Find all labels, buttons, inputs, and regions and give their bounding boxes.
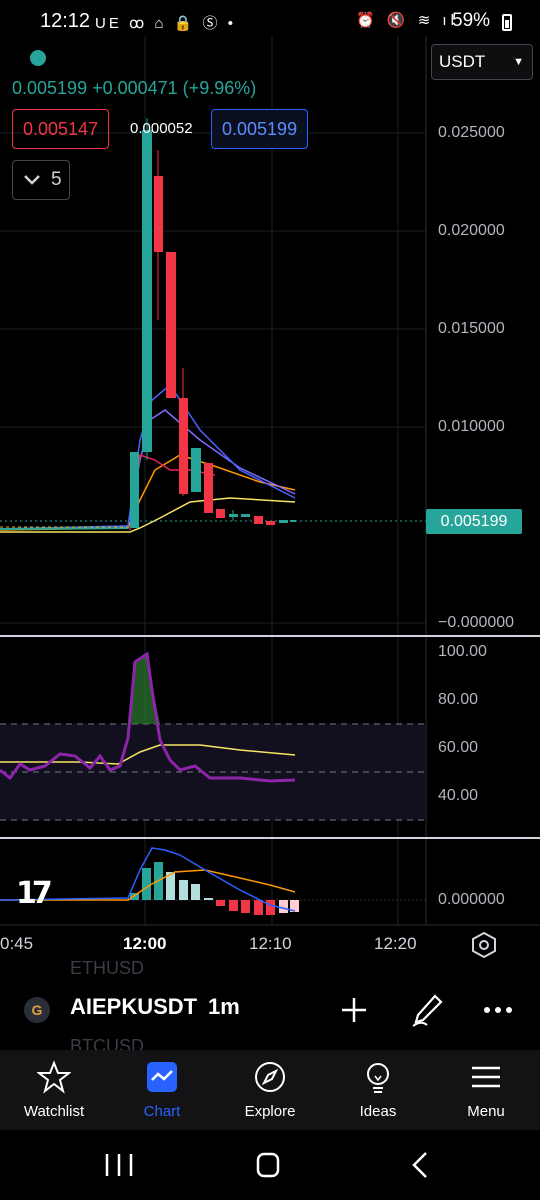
battery-percent: 59% <box>452 10 491 31</box>
flat-candles <box>0 527 129 530</box>
nav-label: Ideas <box>359 1103 397 1120</box>
star-icon <box>37 1060 71 1094</box>
chart-icon <box>147 1062 177 1092</box>
rsi-axis-label: 80.00 <box>438 691 479 708</box>
nav-label: Watchlist <box>23 1103 85 1120</box>
indicators-count: 5 <box>51 169 62 190</box>
indicators-toggle-button[interactable]: 5 <box>12 160 70 200</box>
home-button[interactable] <box>238 1148 298 1182</box>
time-axis-label: 0:45 <box>0 934 34 953</box>
current-price: 0.005199 <box>12 78 88 98</box>
time-axis-label: 12:10 <box>249 934 292 953</box>
back-icon <box>412 1152 427 1178</box>
candle-down <box>266 521 275 525</box>
tradingview-logo: 17 <box>16 876 53 911</box>
rsi-axis-label: 100.00 <box>438 643 487 660</box>
nav-chart[interactable]: Chart <box>108 1050 216 1130</box>
more-icon <box>484 1007 512 1013</box>
candles <box>130 118 296 528</box>
nav-ideas[interactable]: Ideas <box>324 1050 432 1130</box>
more-options-button[interactable] <box>476 990 520 1030</box>
system-nav-bar <box>0 1130 540 1200</box>
rsi-axis-label: 40.00 <box>438 787 479 804</box>
macd-axis-label: 0.000000 <box>438 891 505 908</box>
status-right-icons: ⏰ 🔇 ≋ ıl <box>356 12 458 29</box>
add-button[interactable] <box>332 990 376 1030</box>
price-axis-label: −0.000000 <box>438 614 515 631</box>
candle-up <box>241 514 250 517</box>
currency-select[interactable]: USDT ▼ <box>431 44 533 80</box>
nav-watchlist[interactable]: Watchlist <box>0 1050 108 1130</box>
plus-icon <box>342 998 366 1022</box>
pen-icon <box>412 994 443 1027</box>
timeframe-selector[interactable]: 1m <box>208 994 240 1020</box>
time-axis-label: 12:20 <box>374 934 417 953</box>
price-change-line: 0.005199 +0.000471 (+9.96%) <box>12 78 256 99</box>
price-axis-label: 0.010000 <box>438 418 505 435</box>
nav-explore[interactable]: Explore <box>216 1050 324 1130</box>
chevron-down-icon <box>23 161 41 214</box>
nav-label: Chart <box>143 1103 181 1120</box>
candle-down <box>166 252 176 398</box>
chevron-down-icon: ▼ <box>513 56 524 68</box>
time-axis-label: 12:00 <box>123 934 167 953</box>
compass-icon <box>255 1062 285 1092</box>
price-axis-label: 0.025000 <box>438 124 505 141</box>
recents-button[interactable] <box>89 1148 149 1182</box>
price-axis-label: 0.020000 <box>438 222 505 239</box>
symbol-name[interactable]: AIEPKUSDT <box>70 994 197 1020</box>
lightbulb-icon <box>367 1063 389 1093</box>
battery-icon <box>502 14 512 31</box>
home-icon <box>256 1152 280 1178</box>
recents-icon <box>105 1154 133 1176</box>
symbol-logo: G <box>24 997 50 1023</box>
candle-down <box>254 516 263 524</box>
candle-up <box>290 520 296 522</box>
candle-up <box>191 448 201 492</box>
status-left-icons: UE ꝏ ⌂ 🔒 Ⓢ • <box>95 15 236 32</box>
back-button[interactable] <box>390 1148 450 1182</box>
candle-up <box>130 452 139 528</box>
bottom-nav: Watchlist Chart Explore Ideas Menu <box>0 1050 540 1130</box>
sell-price-button[interactable]: 0.005147 <box>12 109 110 149</box>
currency-value: USDT <box>439 52 486 71</box>
nav-label: Explore <box>244 1103 296 1120</box>
nav-label: Menu <box>467 1103 505 1120</box>
candle-down <box>216 509 225 518</box>
chart-settings-icon[interactable] <box>470 931 498 959</box>
last-price-badge: 0.005199 <box>426 509 522 534</box>
spread-value: 0.000052 <box>130 120 193 137</box>
candle-up <box>279 520 288 523</box>
candle-down <box>204 463 213 513</box>
price-chart[interactable] <box>0 36 540 966</box>
buy-price-button[interactable]: 0.005199 <box>211 109 309 149</box>
price-change: +0.000471 (+9.96%) <box>92 78 257 98</box>
price-axis-label: 0.015000 <box>438 320 505 337</box>
menu-icon <box>472 1066 500 1088</box>
drawing-tools-button[interactable] <box>405 990 449 1030</box>
macd-histogram <box>130 862 299 915</box>
status-time: 12:12 <box>40 10 91 32</box>
live-indicator-dot <box>30 50 46 66</box>
nav-menu[interactable]: Menu <box>432 1050 540 1130</box>
rsi-axis-label: 60.00 <box>438 739 479 756</box>
